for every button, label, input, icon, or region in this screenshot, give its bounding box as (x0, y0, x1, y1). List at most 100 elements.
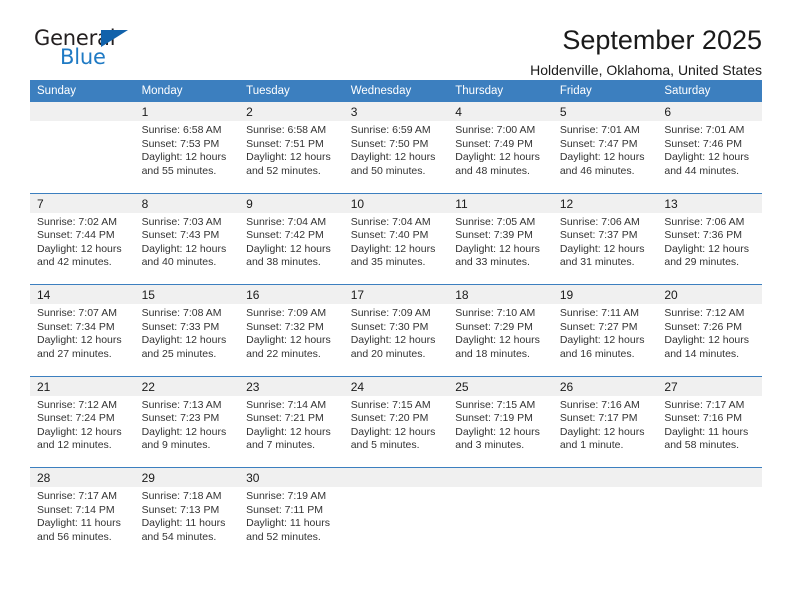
weekday-header-thursday: Thursday (448, 80, 553, 102)
sunset-text: Sunset: 7:13 PM (141, 503, 220, 516)
day-cell[interactable]: Sunrise: 6:58 AM Sunset: 7:51 PM Dayligh… (239, 121, 344, 193)
daylight-text-line2: and 52 minutes. (246, 530, 321, 543)
day-number: 30 (239, 467, 344, 487)
day-cell[interactable]: Sunrise: 7:08 AM Sunset: 7:33 PM Dayligh… (134, 304, 240, 376)
sunset-text: Sunset: 7:39 PM (455, 229, 533, 242)
day-number: 8 (134, 192, 240, 213)
sunrise-text: Sunrise: 7:11 AM (559, 307, 639, 319)
day-cell[interactable] (30, 121, 135, 193)
week-detail-row: Sunrise: 7:07 AM Sunset: 7:34 PM Dayligh… (30, 304, 762, 376)
page-subtitle: Holdenville, Oklahoma, United States (530, 62, 762, 79)
calendar-table: Sunday Monday Tuesday Wednesday Thursday… (30, 80, 762, 559)
week-detail-row: Sunrise: 7:12 AM Sunset: 7:24 PM Dayligh… (30, 395, 762, 468)
daylight-text-line1: Daylight: 12 hours (141, 334, 227, 347)
day-number: 13 (657, 192, 762, 213)
day-cell[interactable]: Sunrise: 7:05 AM Sunset: 7:39 PM Dayligh… (448, 212, 553, 285)
day-cell[interactable]: Sunrise: 7:00 AM Sunset: 7:49 PM Dayligh… (448, 121, 553, 193)
sunset-text: Sunset: 7:43 PM (141, 229, 220, 242)
day-number: 7 (30, 192, 135, 213)
sunset-text: Sunset: 7:23 PM (141, 412, 220, 425)
day-cell[interactable]: Sunrise: 7:12 AM Sunset: 7:26 PM Dayligh… (657, 304, 762, 376)
weekday-header-monday: Monday (134, 80, 240, 102)
sunset-text: Sunset: 7:32 PM (246, 320, 324, 333)
week-detail-row: Sunrise: 7:17 AM Sunset: 7:14 PM Dayligh… (30, 487, 762, 559)
day-number: 17 (343, 284, 449, 304)
day-number (657, 467, 762, 487)
day-number: 19 (552, 284, 658, 304)
day-cell[interactable]: Sunrise: 6:58 AM Sunset: 7:53 PM Dayligh… (134, 121, 240, 193)
sunset-text: Sunset: 7:47 PM (559, 137, 638, 150)
daylight-text-line2: and 18 minutes. (455, 347, 530, 360)
daylight-text-line2: and 48 minutes. (455, 164, 530, 177)
week-daynum-row: 14 15 16 17 18 19 20 (30, 284, 762, 304)
day-number: 14 (30, 284, 135, 304)
day-number (448, 467, 553, 487)
sunset-text: Sunset: 7:44 PM (37, 229, 115, 242)
day-cell[interactable]: Sunrise: 7:17 AM Sunset: 7:16 PM Dayligh… (657, 395, 762, 468)
day-number (30, 102, 135, 121)
day-cell[interactable]: Sunrise: 7:09 AM Sunset: 7:32 PM Dayligh… (239, 304, 344, 376)
sunset-text: Sunset: 7:42 PM (246, 229, 324, 242)
day-cell[interactable]: Sunrise: 7:06 AM Sunset: 7:37 PM Dayligh… (552, 212, 658, 285)
day-cell[interactable]: Sunrise: 7:11 AM Sunset: 7:27 PM Dayligh… (552, 304, 658, 376)
day-cell[interactable] (448, 487, 553, 559)
day-number: 15 (134, 284, 240, 304)
sunrise-text: Sunrise: 7:08 AM (141, 307, 222, 319)
day-number (552, 467, 658, 487)
daylight-text-line1: Daylight: 11 hours (246, 517, 330, 530)
daylight-text-line2: and 5 minutes. (350, 439, 420, 452)
day-cell[interactable]: Sunrise: 7:15 AM Sunset: 7:19 PM Dayligh… (448, 395, 553, 468)
daylight-text-line2: and 38 minutes. (246, 256, 321, 269)
sunset-text: Sunset: 7:37 PM (559, 229, 638, 242)
day-number: 6 (657, 102, 762, 121)
weekday-header-sunday: Sunday (30, 80, 135, 102)
sunset-text: Sunset: 7:46 PM (664, 137, 743, 150)
day-cell[interactable] (552, 487, 658, 559)
sunset-text: Sunset: 7:30 PM (350, 320, 429, 333)
daylight-text-line1: Daylight: 12 hours (246, 334, 331, 347)
daylight-text-line2: and 33 minutes. (455, 256, 530, 269)
day-cell[interactable]: Sunrise: 7:19 AM Sunset: 7:11 PM Dayligh… (239, 487, 344, 559)
sunrise-text: Sunrise: 7:15 AM (455, 398, 536, 411)
week-detail-row: Sunrise: 7:02 AM Sunset: 7:44 PM Dayligh… (30, 212, 762, 285)
sunset-text: Sunset: 7:27 PM (559, 320, 638, 333)
day-cell[interactable]: Sunrise: 7:03 AM Sunset: 7:43 PM Dayligh… (134, 212, 240, 285)
day-cell[interactable]: Sunrise: 6:59 AM Sunset: 7:50 PM Dayligh… (343, 121, 449, 193)
day-cell[interactable] (657, 487, 762, 559)
day-number: 26 (552, 375, 658, 396)
sunset-text: Sunset: 7:50 PM (350, 137, 429, 150)
day-cell[interactable]: Sunrise: 7:02 AM Sunset: 7:44 PM Dayligh… (30, 212, 135, 285)
day-cell[interactable]: Sunrise: 7:06 AM Sunset: 7:36 PM Dayligh… (657, 212, 762, 285)
daylight-text-line2: and 16 minutes. (559, 347, 635, 360)
day-number: 9 (239, 192, 344, 213)
day-cell[interactable]: Sunrise: 7:04 AM Sunset: 7:40 PM Dayligh… (343, 212, 449, 285)
day-cell[interactable]: Sunrise: 7:13 AM Sunset: 7:23 PM Dayligh… (134, 395, 240, 468)
daylight-text-line1: Daylight: 12 hours (559, 334, 645, 347)
day-cell[interactable]: Sunrise: 7:16 AM Sunset: 7:17 PM Dayligh… (552, 395, 658, 468)
calendar-body: 1 2 3 4 5 6 Sunrise: 6:58 AM Sunset: 7:5… (30, 102, 762, 559)
day-cell[interactable]: Sunrise: 7:17 AM Sunset: 7:14 PM Dayligh… (30, 487, 135, 559)
day-cell[interactable] (343, 487, 449, 559)
page-title: September 2025 (562, 25, 762, 55)
weekday-header-wednesday: Wednesday (343, 80, 449, 102)
day-cell[interactable]: Sunrise: 7:10 AM Sunset: 7:29 PM Dayligh… (448, 304, 553, 376)
daylight-text-line2: and 58 minutes. (664, 439, 740, 452)
day-cell[interactable]: Sunrise: 7:18 AM Sunset: 7:13 PM Dayligh… (134, 487, 240, 559)
day-cell[interactable]: Sunrise: 7:15 AM Sunset: 7:20 PM Dayligh… (343, 395, 449, 468)
brand-logo[interactable]: General Blue (30, 26, 140, 72)
day-cell[interactable]: Sunrise: 7:07 AM Sunset: 7:34 PM Dayligh… (30, 304, 135, 376)
daylight-text-line1: Daylight: 12 hours (664, 334, 750, 347)
day-cell[interactable]: Sunrise: 7:12 AM Sunset: 7:24 PM Dayligh… (30, 395, 135, 468)
daylight-text-line2: and 52 minutes. (246, 164, 321, 177)
day-cell[interactable]: Sunrise: 7:09 AM Sunset: 7:30 PM Dayligh… (343, 304, 449, 376)
daylight-text-line2: and 7 minutes. (246, 439, 316, 452)
day-cell[interactable]: Sunrise: 7:14 AM Sunset: 7:21 PM Dayligh… (239, 395, 344, 468)
sunrise-text: Sunrise: 7:16 AM (559, 398, 640, 411)
sunrise-text: Sunrise: 6:58 AM (246, 124, 327, 136)
sunrise-text: Sunrise: 6:59 AM (350, 124, 431, 136)
day-cell[interactable]: Sunrise: 7:01 AM Sunset: 7:47 PM Dayligh… (552, 121, 658, 193)
sunset-text: Sunset: 7:49 PM (455, 137, 533, 150)
weekday-header-friday: Friday (552, 80, 658, 102)
day-cell[interactable]: Sunrise: 7:01 AM Sunset: 7:46 PM Dayligh… (657, 121, 762, 193)
day-cell[interactable]: Sunrise: 7:04 AM Sunset: 7:42 PM Dayligh… (239, 212, 344, 285)
